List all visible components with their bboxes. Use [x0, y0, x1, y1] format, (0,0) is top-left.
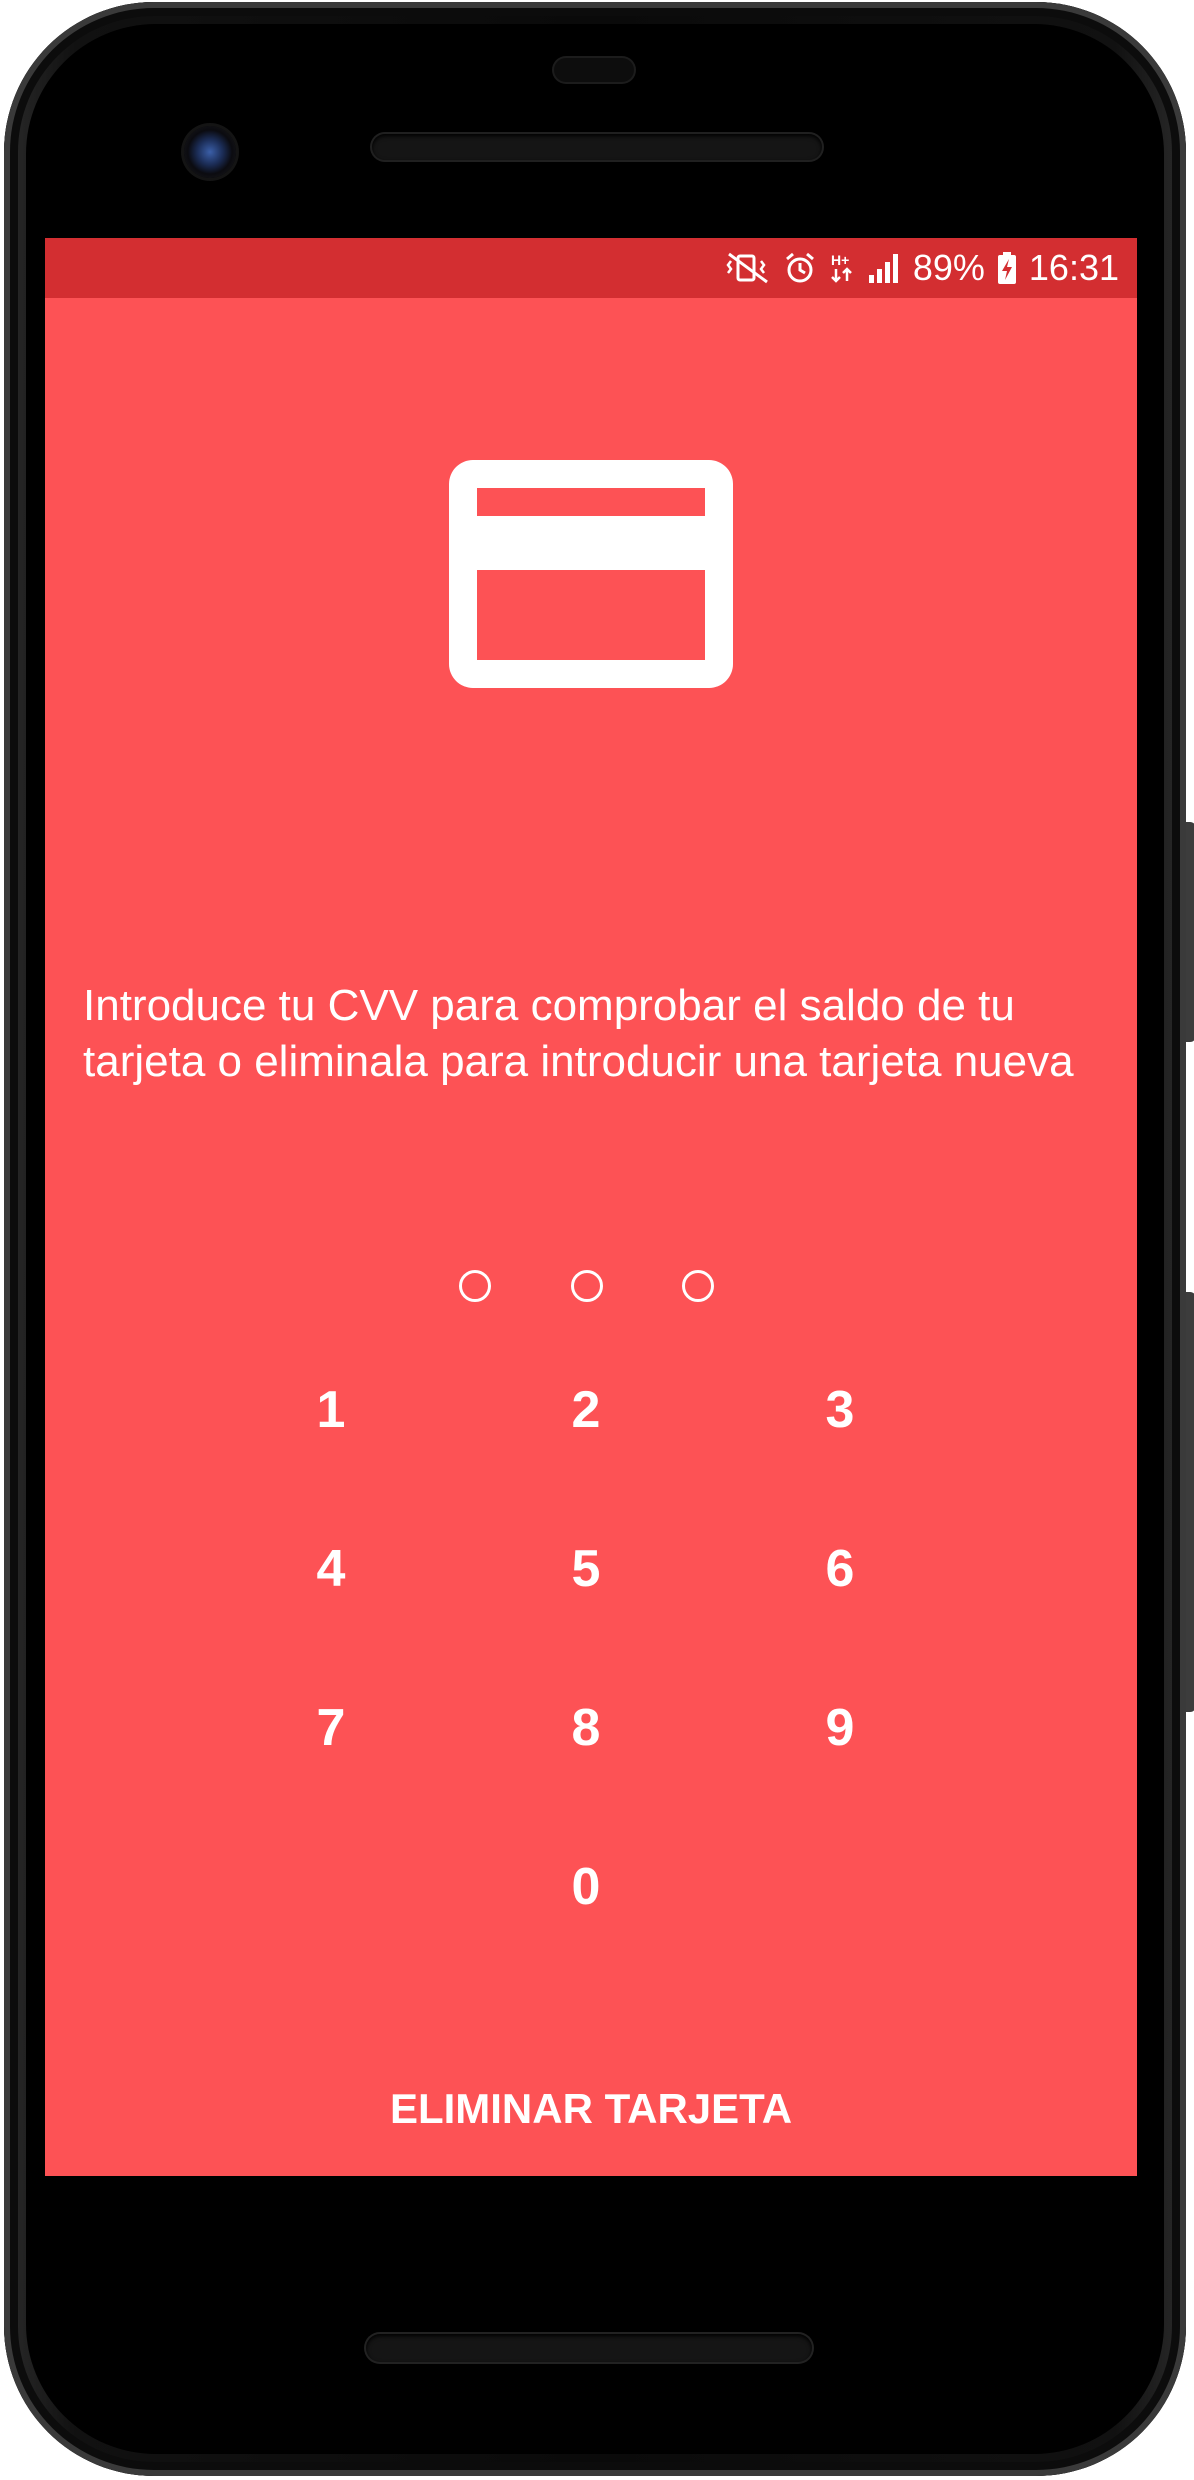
- pin-dot: [459, 1270, 491, 1302]
- cvv-instructions: Introduce tu CVV para comprobar el saldo…: [83, 981, 1074, 1086]
- alarm-icon: [783, 251, 817, 285]
- status-bar: H+ 89% 16:31: [45, 238, 1137, 298]
- app-screen: H+ 89% 1 6:31 Introduce tu CVV para compr…: [45, 238, 1137, 2176]
- battery-percent: 89%: [912, 247, 985, 288]
- earpiece-speaker: [372, 134, 822, 160]
- key-2[interactable]: 2: [506, 1360, 666, 1460]
- status-icons: H+ 89% 16:31: [725, 238, 1119, 298]
- key-6[interactable]: 6: [760, 1519, 920, 1619]
- power-button: [1186, 1292, 1194, 1712]
- bottom-speaker: [366, 2334, 812, 2362]
- key-7[interactable]: 7: [251, 1678, 411, 1778]
- key-9[interactable]: 9: [760, 1678, 920, 1778]
- key-5[interactable]: 5: [506, 1519, 666, 1619]
- cvv-pin-indicator: [45, 1270, 1137, 1310]
- key-8[interactable]: 8: [506, 1678, 666, 1778]
- key-1[interactable]: 1: [251, 1360, 411, 1460]
- network-hplus-icon: H+: [829, 251, 855, 285]
- pin-dot: [682, 1270, 714, 1302]
- key-3[interactable]: 3: [760, 1360, 920, 1460]
- svg-text:H+: H+: [831, 252, 849, 268]
- front-camera: [184, 126, 236, 178]
- credit-card-icon: [449, 460, 733, 688]
- pin-dot: [571, 1270, 603, 1302]
- key-4[interactable]: 4: [251, 1519, 411, 1619]
- proximity-sensor: [554, 58, 634, 82]
- signal-icon: [867, 251, 901, 285]
- volume-button: [1186, 822, 1194, 1042]
- battery-charging-icon: [997, 251, 1017, 285]
- clock: 16:31: [1028, 247, 1119, 288]
- delete-card-button[interactable]: ELIMINAR TARJETA: [291, 2074, 891, 2144]
- key-0[interactable]: 0: [506, 1837, 666, 1937]
- vibrate-mute-icon: [725, 251, 771, 285]
